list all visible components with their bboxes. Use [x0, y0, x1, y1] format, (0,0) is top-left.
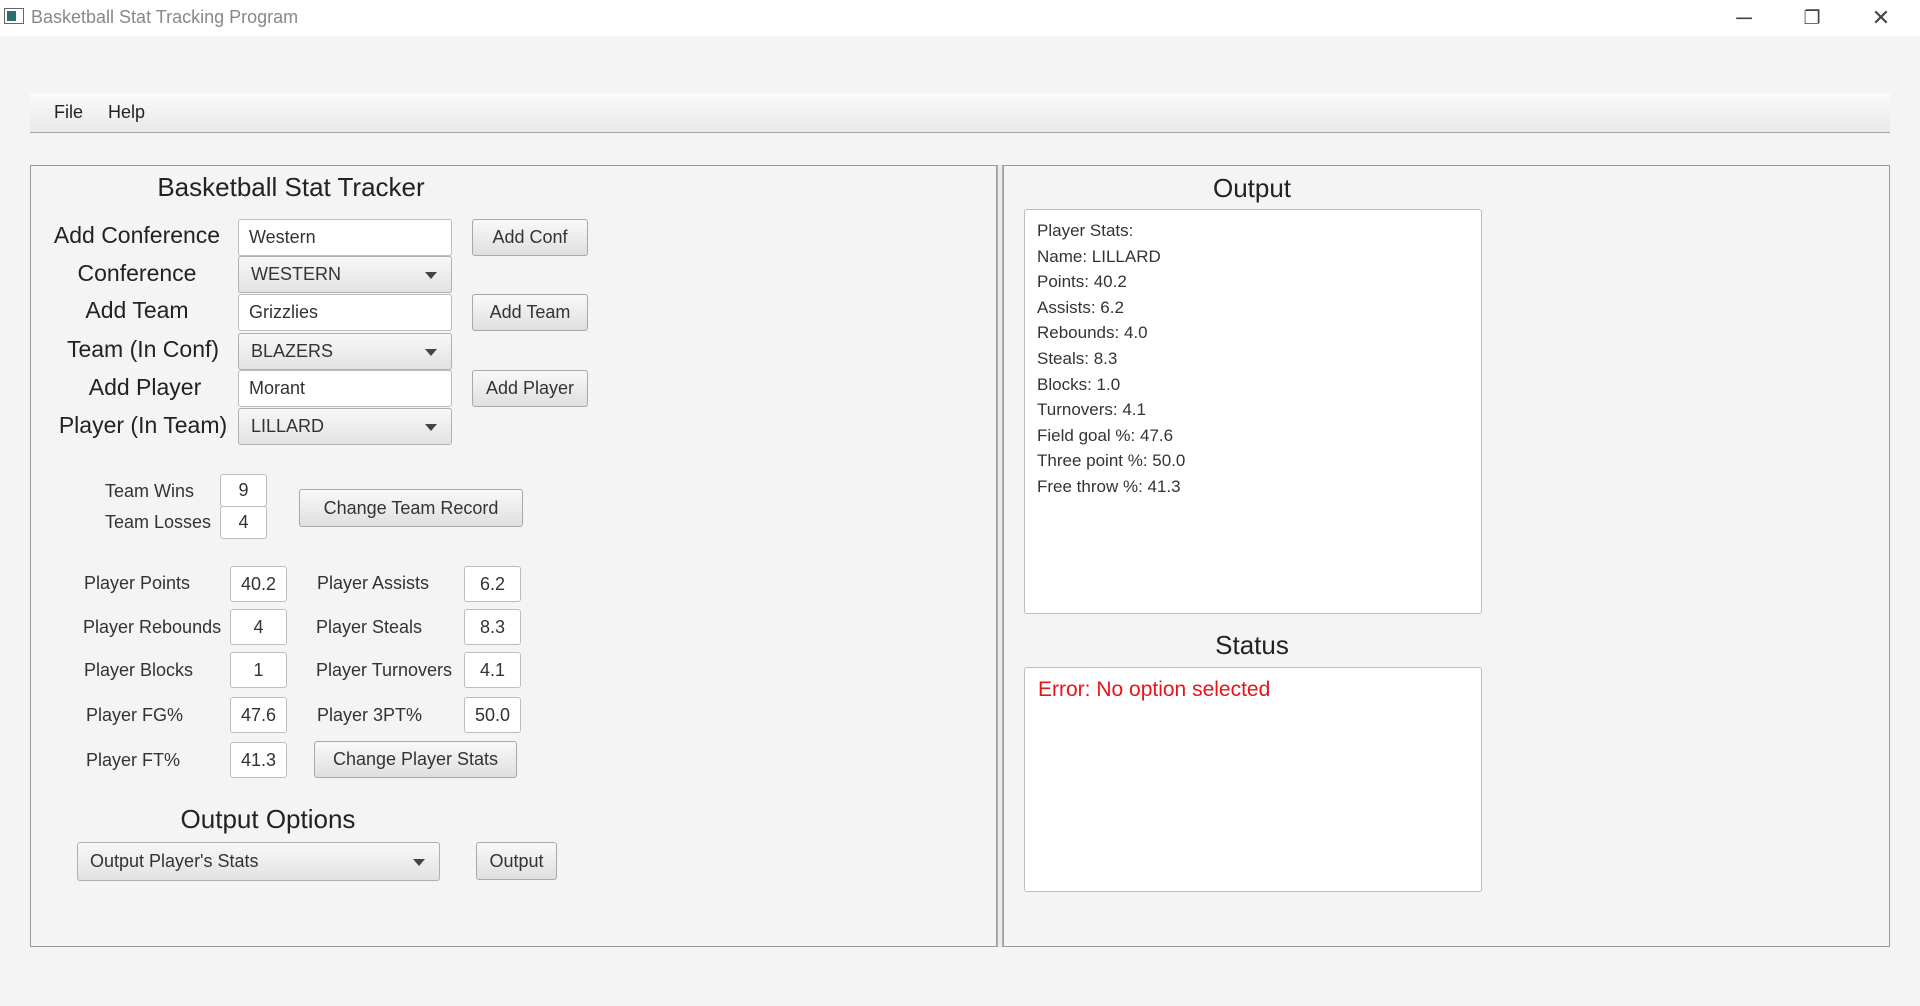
output-line: Rebounds: 4.0 — [1037, 323, 1148, 343]
player-in-team-label: Player (In Team) — [58, 412, 228, 438]
output-textarea[interactable]: Player Stats: Name: LILLARD Points: 40.2… — [1024, 209, 1482, 614]
player-ft-input[interactable] — [230, 742, 287, 778]
minimize-icon[interactable]: ─ — [1714, 0, 1774, 36]
player-blocks-input[interactable] — [230, 652, 287, 688]
player-points-input[interactable] — [230, 566, 287, 602]
chevron-down-icon — [425, 423, 437, 431]
output-line: Name: LILLARD — [1037, 246, 1161, 266]
add-conference-label: Add Conference — [53, 222, 221, 248]
tracker-title: Basketball Stat Tracker — [157, 172, 425, 202]
output-line: Three point %: 50.0 — [1037, 451, 1186, 471]
status-textarea[interactable]: Error: No option selected — [1024, 667, 1482, 892]
add-player-input[interactable] — [238, 370, 452, 407]
team-in-conf-label: Team (In Conf) — [66, 336, 220, 362]
player-points-label: Player Points — [84, 573, 191, 593]
player-assists-label: Player Assists — [317, 573, 430, 593]
status-message: Error: No option selected — [1038, 678, 1271, 701]
output-line: Field goal %: 47.6 — [1037, 425, 1174, 445]
player-rebounds-label: Player Rebounds — [83, 617, 222, 637]
output-line: Turnovers: 4.1 — [1037, 400, 1146, 420]
output-line: Free throw %: 41.3 — [1037, 476, 1181, 496]
chevron-down-icon — [425, 348, 437, 356]
title-bar: Basketball Stat Tracking Program ─ ❐ ✕ — [0, 0, 1920, 36]
add-team-button[interactable]: Add Team — [472, 294, 588, 331]
team-selected: BLAZERS — [251, 341, 334, 361]
player-steals-label: Player Steals — [316, 617, 423, 637]
player-selected: LILLARD — [251, 416, 325, 436]
change-player-stats-button[interactable]: Change Player Stats — [314, 741, 517, 778]
output-title: Output — [1212, 173, 1292, 203]
output-option-selected: Output Player's Stats — [90, 851, 259, 871]
conference-select[interactable]: WESTERN — [238, 256, 452, 293]
output-options-title: Output Options — [180, 804, 356, 834]
menu-bar: File Help — [30, 93, 1890, 133]
menu-help[interactable]: Help — [108, 102, 145, 123]
player-rebounds-input[interactable] — [230, 609, 287, 645]
chevron-down-icon — [413, 858, 425, 866]
player-blocks-label: Player Blocks — [84, 660, 194, 680]
add-team-input[interactable] — [238, 294, 452, 331]
output-line: Points: 40.2 — [1037, 272, 1127, 292]
add-player-button[interactable]: Add Player — [472, 370, 588, 407]
add-team-label: Add Team — [85, 297, 189, 323]
chevron-down-icon — [425, 271, 437, 279]
output-line: Assists: 6.2 — [1037, 297, 1124, 317]
app-icon — [4, 8, 24, 24]
player-select[interactable]: LILLARD — [238, 408, 452, 445]
team-losses-label: Team Losses — [105, 512, 212, 532]
team-wins-label: Team Wins — [105, 481, 195, 501]
team-losses-input[interactable] — [220, 506, 267, 539]
player-3pt-input[interactable] — [464, 697, 521, 733]
add-conference-input[interactable] — [238, 219, 452, 256]
change-team-record-button[interactable]: Change Team Record — [299, 489, 523, 527]
player-fg-label: Player FG% — [86, 705, 184, 725]
restore-icon[interactable]: ❐ — [1782, 0, 1842, 36]
output-line: Blocks: 1.0 — [1037, 374, 1121, 394]
output-line: Steals: 8.3 — [1037, 348, 1118, 368]
player-ft-label: Player FT% — [86, 750, 181, 770]
menu-file[interactable]: File — [54, 102, 83, 123]
player-turnovers-input[interactable] — [464, 652, 521, 688]
player-assists-input[interactable] — [464, 566, 521, 602]
player-steals-input[interactable] — [464, 609, 521, 645]
output-option-select[interactable]: Output Player's Stats — [77, 842, 440, 881]
window-title: Basketball Stat Tracking Program — [31, 7, 299, 27]
output-button[interactable]: Output — [476, 842, 557, 880]
close-icon[interactable]: ✕ — [1851, 0, 1911, 36]
add-conf-button[interactable]: Add Conf — [472, 219, 588, 256]
status-title: Status — [1215, 630, 1289, 660]
player-turnovers-label: Player Turnovers — [316, 660, 453, 680]
team-select[interactable]: BLAZERS — [238, 333, 452, 370]
conference-selected: WESTERN — [251, 264, 341, 284]
player-3pt-label: Player 3PT% — [317, 705, 423, 725]
team-wins-input[interactable] — [220, 474, 267, 507]
conference-label: Conference — [77, 260, 197, 286]
add-player-label: Add Player — [88, 374, 202, 400]
output-line: Player Stats: — [1037, 221, 1134, 240]
player-fg-input[interactable] — [230, 697, 287, 733]
